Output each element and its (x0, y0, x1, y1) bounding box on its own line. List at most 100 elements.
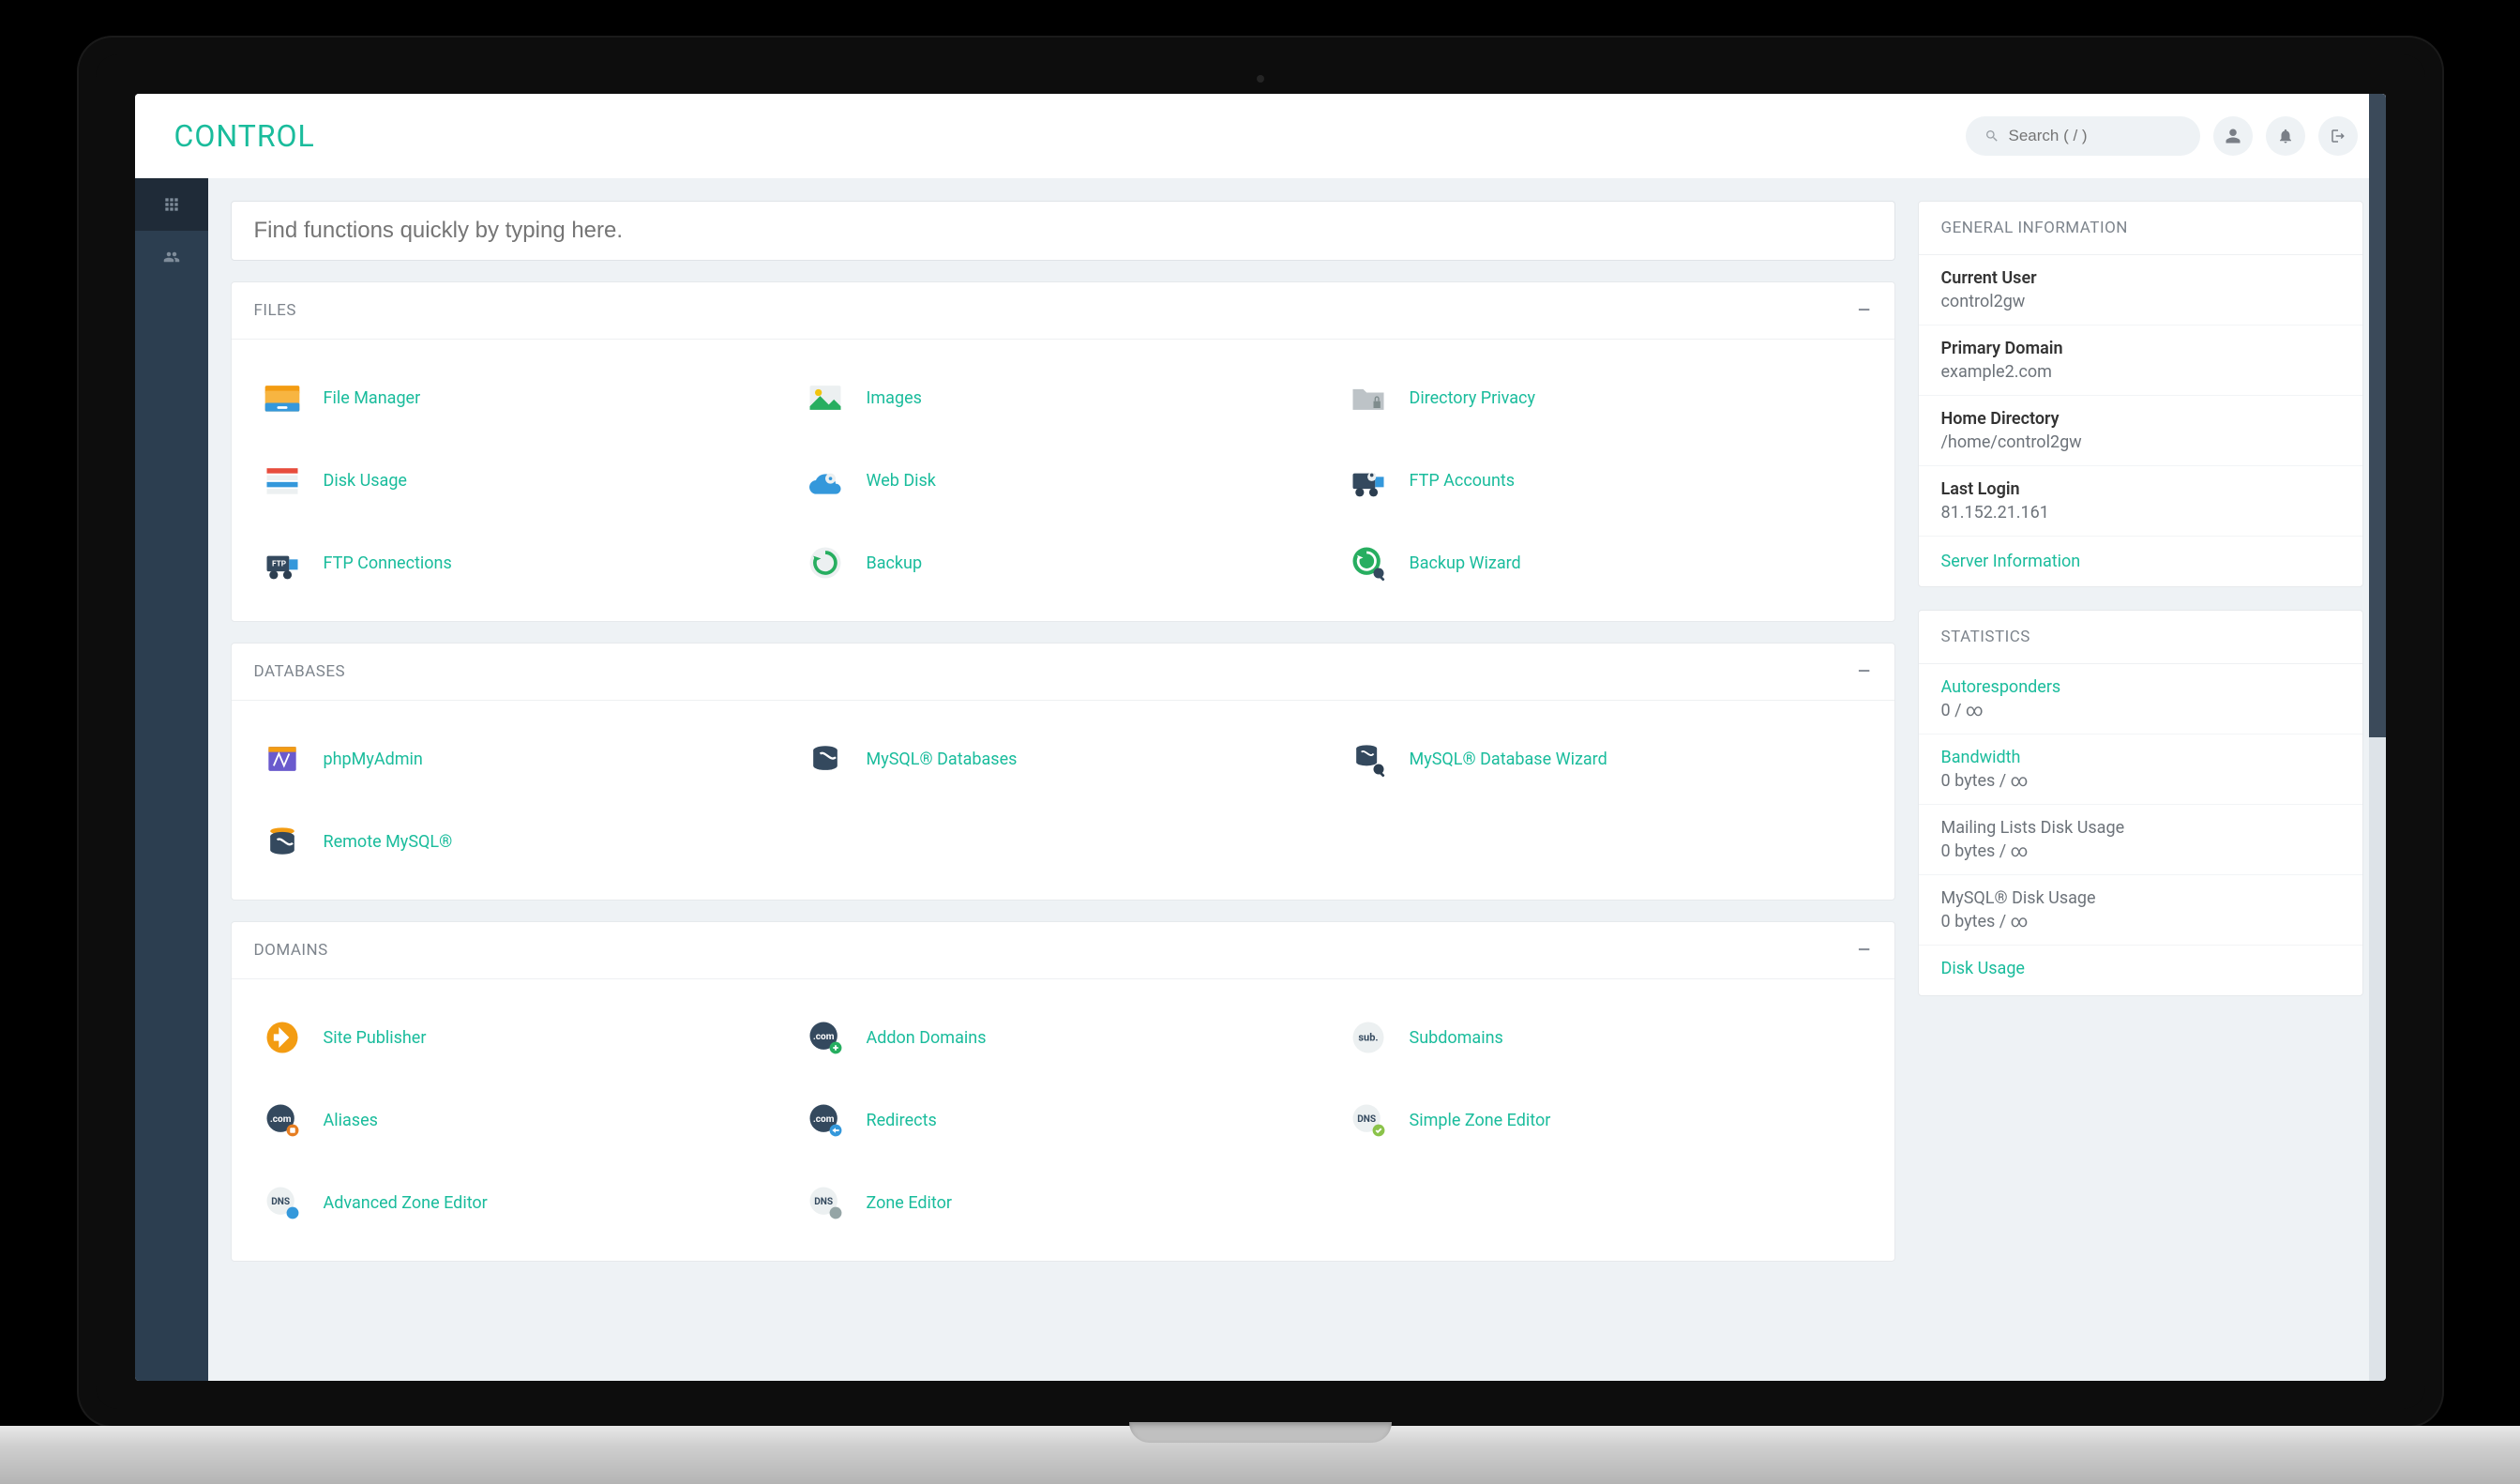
scrollbar-track[interactable] (2369, 94, 2386, 1381)
current-user-label: Current User (1941, 268, 2340, 288)
app-redirects[interactable]: .com Redirects (792, 1079, 1335, 1161)
notifications-button[interactable] (2266, 116, 2305, 156)
redirects-icon: .com (799, 1094, 852, 1146)
autoresponders-value: 0 / ∞ (1941, 701, 2340, 720)
app-simple-zone[interactable]: DNS Simple Zone Editor (1335, 1079, 1878, 1161)
bandwidth-value: 0 bytes / ∞ (1941, 771, 2340, 791)
primary-domain-value: example2.com (1941, 362, 2340, 382)
app-disk-usage-label: Disk Usage (324, 471, 407, 491)
main-content: FILES − File Manager (208, 178, 2386, 1381)
sidenav-item-apps[interactable] (135, 178, 208, 231)
directory-privacy-icon (1342, 371, 1395, 424)
site-publisher-icon (256, 1011, 309, 1064)
current-user-value: control2gw (1941, 292, 2340, 311)
function-search-input[interactable] (254, 218, 1872, 244)
panel-domains-title: DOMAINS (254, 941, 328, 960)
app-disk-usage[interactable]: Disk Usage (249, 439, 792, 522)
screen: CONTROL (135, 94, 2386, 1381)
app-addon-domains[interactable]: .com Addon Domains (792, 996, 1335, 1079)
sidenav (135, 178, 208, 1381)
logout-icon (2330, 128, 2346, 144)
app-backup-wizard-label: Backup Wizard (1410, 553, 1521, 573)
app-aliases-label: Aliases (324, 1111, 378, 1130)
panel-databases-title: DATABASES (254, 662, 346, 681)
app-aliases[interactable]: .com Aliases (249, 1079, 792, 1161)
svg-text:sub.: sub. (1358, 1032, 1378, 1044)
general-information-title: GENERAL INFORMATION (1919, 202, 2362, 255)
app-file-manager[interactable]: File Manager (249, 356, 792, 439)
grid-icon (164, 197, 179, 212)
ftp-connections-icon: FTP (256, 537, 309, 589)
app-zone-editor-label: Zone Editor (867, 1193, 953, 1213)
aliases-icon: .com (256, 1094, 309, 1146)
top-search[interactable] (1966, 116, 2200, 156)
collapse-databases[interactable]: − (1856, 659, 1871, 685)
app-ftp-connections[interactable]: FTP FTP Connections (249, 522, 792, 604)
app-simple-zone-label: Simple Zone Editor (1410, 1111, 1551, 1130)
disk-usage-link[interactable]: Disk Usage (1941, 959, 2340, 978)
scrollbar-thumb[interactable] (2369, 94, 2386, 737)
app-web-disk-label: Web Disk (867, 471, 936, 491)
mailing-lists-value: 0 bytes / ∞ (1941, 841, 2340, 861)
app-phpmyadmin[interactable]: phpMyAdmin (249, 718, 792, 800)
app-mysql-wizard[interactable]: MySQL® Database Wizard (1335, 718, 1878, 800)
simple-zone-icon: DNS (1342, 1094, 1395, 1146)
app-mysql[interactable]: MySQL® Databases (792, 718, 1335, 800)
app-subdomains-label: Subdomains (1410, 1028, 1503, 1048)
user-icon (2225, 128, 2241, 144)
app-ftp-accounts[interactable]: FTP Accounts (1335, 439, 1878, 522)
advanced-zone-icon: DNS (256, 1176, 309, 1229)
app-zone-editor[interactable]: DNS Zone Editor (792, 1161, 1335, 1244)
general-information-panel: GENERAL INFORMATION Current User control… (1918, 201, 2363, 587)
svg-text:FTP: FTP (272, 560, 286, 569)
sidenav-item-users[interactable] (135, 231, 208, 283)
autoresponders-label[interactable]: Autoresponders (1941, 677, 2340, 697)
app-directory-privacy[interactable]: Directory Privacy (1335, 356, 1878, 439)
svg-text:DNS: DNS (814, 1197, 833, 1207)
app-subdomains[interactable]: sub. Subdomains (1335, 996, 1878, 1079)
app-remote-mysql[interactable]: Remote MySQL® (249, 800, 792, 883)
backup-wizard-icon (1342, 537, 1395, 589)
app-backup-wizard[interactable]: Backup Wizard (1335, 522, 1878, 604)
svg-text:DNS: DNS (1357, 1114, 1376, 1125)
app-addon-domains-label: Addon Domains (867, 1028, 987, 1048)
function-search[interactable] (231, 201, 1895, 261)
app-site-publisher[interactable]: Site Publisher (249, 996, 792, 1079)
panel-domains: DOMAINS − Site Publisher (231, 921, 1895, 1262)
panel-files-title: FILES (254, 301, 296, 320)
laptop-frame: CONTROL (79, 38, 2442, 1426)
bezel: CONTROL (96, 54, 2425, 1409)
addon-domains-icon: .com (799, 1011, 852, 1064)
app-redirects-label: Redirects (867, 1111, 937, 1130)
top-search-input[interactable] (2009, 127, 2181, 145)
user-menu-button[interactable] (2213, 116, 2253, 156)
app-mysql-label: MySQL® Databases (867, 750, 1018, 769)
app-body: FILES − File Manager (135, 178, 2386, 1381)
server-information-link[interactable]: Server Information (1919, 537, 2362, 586)
svg-text:DNS: DNS (271, 1197, 290, 1207)
statistics-title: STATISTICS (1919, 611, 2362, 664)
app-web-disk[interactable]: Web Disk (792, 439, 1335, 522)
panel-files: FILES − File Manager (231, 281, 1895, 622)
app-backup-label: Backup (867, 553, 923, 573)
zone-editor-icon: DNS (799, 1176, 852, 1229)
app-backup[interactable]: Backup (792, 522, 1335, 604)
primary-domain-label: Primary Domain (1941, 339, 2340, 358)
mailing-lists-label: Mailing Lists Disk Usage (1941, 818, 2340, 838)
app-images[interactable]: Images (792, 356, 1335, 439)
collapse-files[interactable]: − (1856, 297, 1871, 324)
logout-button[interactable] (2318, 116, 2358, 156)
bandwidth-label[interactable]: Bandwidth (1941, 748, 2340, 767)
laptop-base (0, 1426, 2520, 1484)
mysql-icon (799, 733, 852, 785)
last-login-label: Last Login (1941, 479, 2340, 499)
bell-icon (2277, 128, 2294, 144)
disk-usage-icon (256, 454, 309, 507)
panel-databases: DATABASES − phpMyAdmin (231, 643, 1895, 901)
app-mysql-wizard-label: MySQL® Database Wizard (1410, 750, 1607, 769)
mysql-wizard-icon (1342, 733, 1395, 785)
topbar: CONTROL (135, 94, 2386, 178)
collapse-domains[interactable]: − (1856, 937, 1871, 963)
app-advanced-zone[interactable]: DNS Advanced Zone Editor (249, 1161, 792, 1244)
mysql-disk-label: MySQL® Disk Usage (1941, 888, 2340, 908)
